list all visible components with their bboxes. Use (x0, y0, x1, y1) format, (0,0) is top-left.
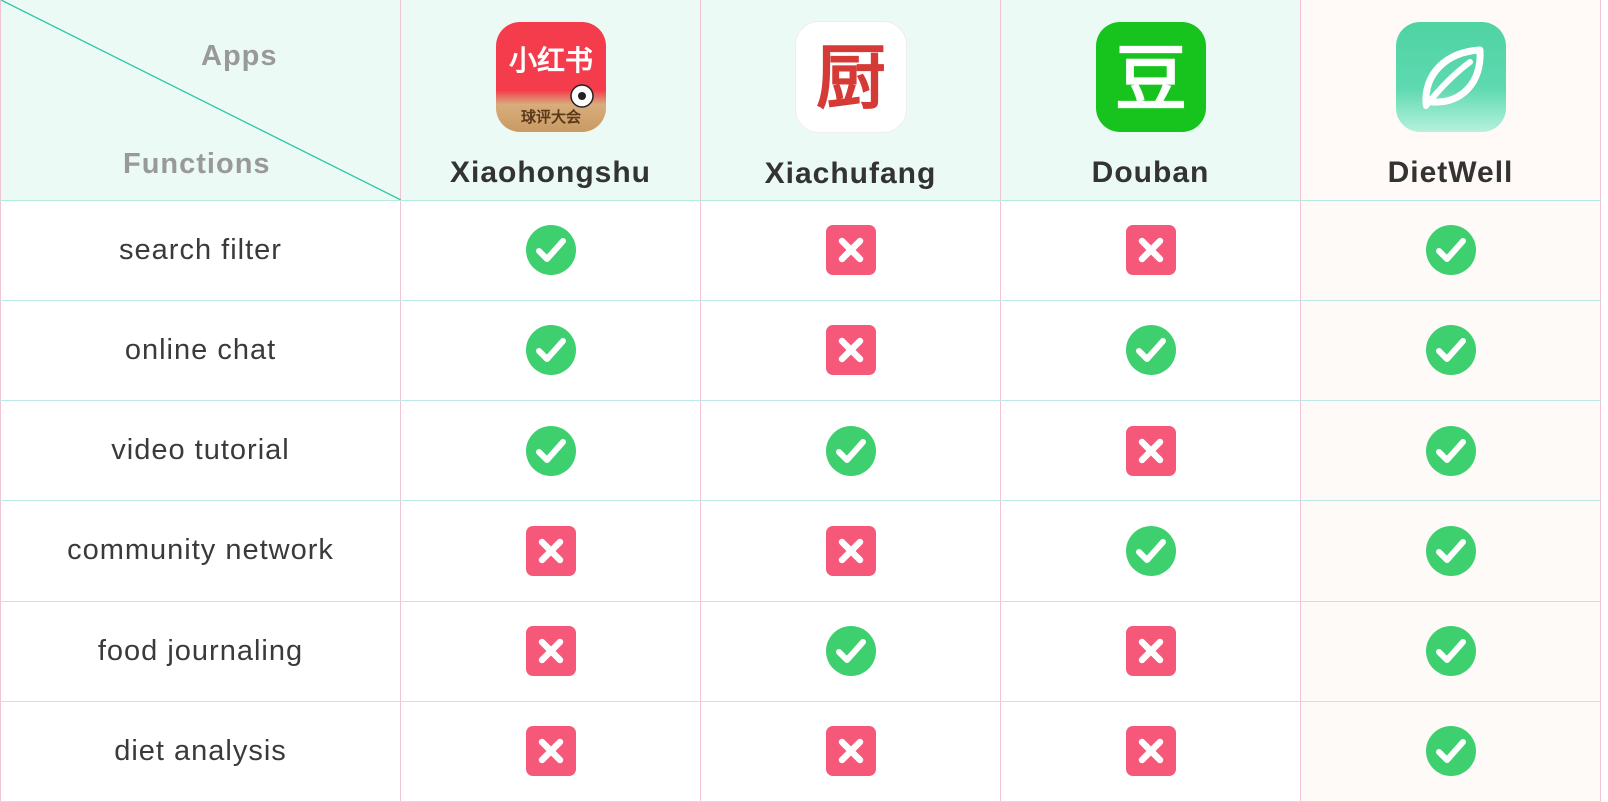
support-cell (700, 400, 1001, 502)
table-row: search filter (0, 200, 1601, 301)
douban-icon-glyph: 豆 (1114, 37, 1186, 121)
support-cell (1300, 400, 1601, 502)
xiachufang-icon-glyph: 厨 (816, 37, 886, 119)
check-circle-icon (1425, 726, 1476, 777)
table-row: diet analysis (0, 701, 1601, 802)
cross-square-icon (525, 726, 576, 777)
support-cell (400, 200, 701, 301)
cross-square-icon (1125, 425, 1176, 476)
support-cell (1000, 701, 1301, 802)
leaf-icon (1421, 46, 1484, 109)
corner-cell: Apps Functions (0, 0, 401, 201)
dietwell-leaf-app-icon (1395, 21, 1506, 132)
xiaohongshu-app-icon: 小红书 球评大会 (495, 21, 606, 132)
xiaohongshu-icon-glyph: 小红书 (508, 44, 592, 77)
check-circle-icon (525, 425, 576, 476)
app-name-dietwell: DietWell (1387, 155, 1514, 189)
support-cell (1000, 200, 1301, 301)
app-header-douban: 豆 Douban (1000, 0, 1301, 201)
check-circle-icon (1425, 425, 1476, 476)
check-circle-icon (1125, 525, 1176, 576)
xiachufang-app-icon: 厨 (794, 20, 907, 133)
corner-label-apps: Apps (201, 40, 278, 72)
check-circle-icon (1425, 325, 1476, 376)
cross-square-icon (825, 225, 876, 276)
support-cell (700, 500, 1001, 602)
support-cell (400, 300, 701, 402)
cross-square-icon (525, 626, 576, 677)
cross-square-icon (1125, 225, 1176, 276)
support-cell (700, 200, 1001, 301)
cross-square-icon (825, 525, 876, 576)
support-cell (1000, 400, 1301, 502)
corner-label-functions: Functions (123, 148, 271, 180)
check-circle-icon (1125, 325, 1176, 376)
check-circle-icon (825, 425, 876, 476)
support-cell (1300, 500, 1601, 602)
support-cell (400, 701, 701, 802)
cross-square-icon (825, 325, 876, 376)
support-cell (1300, 701, 1601, 802)
app-header-xiachufang: 厨 Xiachufang (700, 0, 1001, 201)
function-label: community network (0, 500, 401, 602)
cross-square-icon (525, 525, 576, 576)
support-cell (400, 601, 701, 702)
table-row: food journaling (0, 601, 1601, 702)
cross-square-icon (825, 726, 876, 777)
douban-app-icon: 豆 (1095, 21, 1206, 132)
support-cell (400, 500, 701, 602)
app-name-xiachufang: Xiachufang (764, 156, 937, 190)
comparison-table: Apps Functions 小红书 球评大会 Xiaohongshu 厨 Xi… (0, 0, 1601, 802)
function-label: search filter (0, 200, 401, 301)
support-cell (1000, 500, 1301, 602)
function-label: video tutorial (0, 400, 401, 502)
function-label: food journaling (0, 601, 401, 702)
check-circle-icon (1425, 626, 1476, 677)
support-cell (1000, 300, 1301, 402)
check-circle-icon (525, 225, 576, 276)
support-cell (700, 701, 1001, 802)
app-name-xiaohongshu: Xiaohongshu (450, 155, 651, 189)
support-cell (700, 601, 1001, 702)
support-cell (1300, 601, 1601, 702)
check-circle-icon (1425, 225, 1476, 276)
support-cell (1300, 300, 1601, 402)
app-name-douban: Douban (1091, 155, 1210, 189)
table-row: video tutorial (0, 400, 1601, 502)
check-circle-icon (1425, 525, 1476, 576)
table-row: online chat (0, 300, 1601, 402)
table-row: community network (0, 500, 1601, 602)
cross-square-icon (1125, 726, 1176, 777)
header-row: Apps Functions 小红书 球评大会 Xiaohongshu 厨 Xi… (0, 0, 1601, 201)
check-circle-icon (825, 626, 876, 677)
cross-square-icon (1125, 626, 1176, 677)
app-header-xiaohongshu: 小红书 球评大会 Xiaohongshu (400, 0, 701, 201)
xiaohongshu-icon-caption: 球评大会 (520, 108, 580, 126)
check-circle-icon (525, 325, 576, 376)
support-cell (1000, 601, 1301, 702)
support-cell (700, 300, 1001, 402)
support-cell (400, 400, 701, 502)
function-label: diet analysis (0, 701, 401, 802)
function-label: online chat (0, 300, 401, 402)
support-cell (1300, 200, 1601, 301)
app-header-dietwell: DietWell (1300, 0, 1601, 201)
